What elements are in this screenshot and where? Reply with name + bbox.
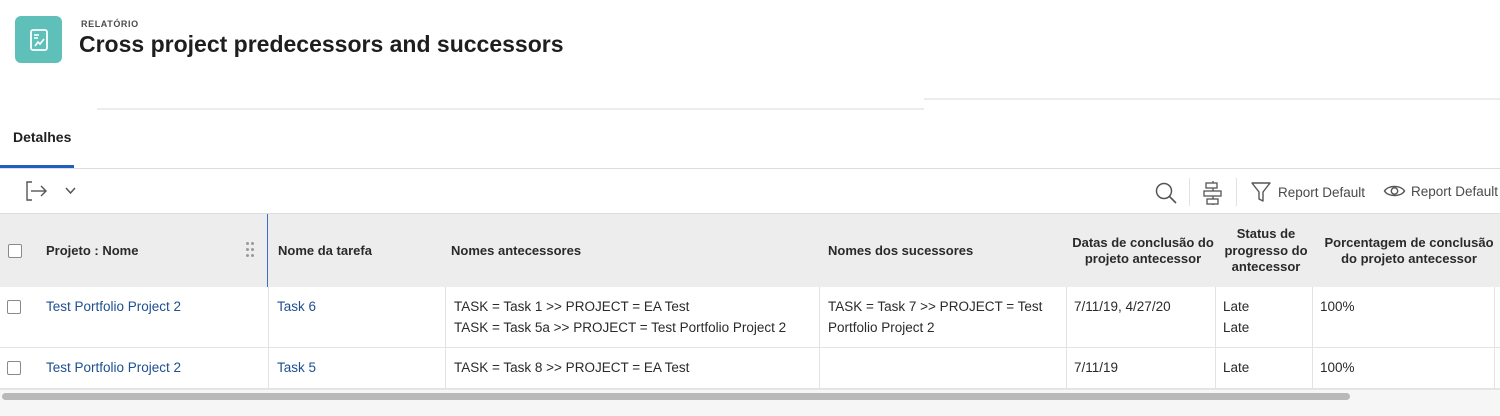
- predecessor-names-cell: TASK = Task 8 >> PROJECT = EA Test: [454, 348, 689, 378]
- column-header-predecessor-completion-dates[interactable]: Datas de conclusão do projeto antecessor: [1068, 214, 1218, 288]
- column-divider: [268, 348, 269, 389]
- report-table: Projeto : Nome Nome da tarefa Nomes ante…: [0, 213, 1500, 389]
- column-header-successor-names[interactable]: Nomes dos sucessores: [828, 214, 1058, 288]
- search-icon: [1155, 182, 1177, 204]
- successor-name: Portfolio Project 2: [828, 320, 935, 335]
- column-divider: [1066, 287, 1067, 348]
- filter-icon: [1251, 182, 1271, 202]
- column-divider: [1312, 287, 1313, 348]
- grouping-button[interactable]: [1201, 180, 1225, 206]
- column-divider: [819, 287, 820, 348]
- search-button[interactable]: [1153, 180, 1179, 206]
- column-divider: [1066, 348, 1067, 389]
- column-divider: [445, 348, 446, 389]
- drag-handle-icon[interactable]: [246, 242, 256, 258]
- percent-cell: 100%: [1320, 299, 1355, 314]
- export-button[interactable]: [24, 180, 50, 202]
- project-link[interactable]: Test Portfolio Project 2: [46, 287, 181, 317]
- toolbar-divider: [1236, 178, 1237, 206]
- scrollbar-thumb[interactable]: [2, 393, 1350, 400]
- report-chart-icon: [29, 28, 48, 51]
- column-divider: [1494, 287, 1495, 348]
- status-value: Late: [1223, 299, 1250, 314]
- table-row[interactable]: Test Portfolio Project 2 Task 6 TASK = T…: [0, 287, 1500, 348]
- row-checkbox[interactable]: [7, 361, 21, 375]
- status-value: Late: [1223, 320, 1250, 335]
- project-link[interactable]: Test Portfolio Project 2: [46, 348, 181, 378]
- task-link[interactable]: Task 6: [277, 287, 316, 317]
- status-cell: Late Late: [1223, 287, 1249, 338]
- column-divider: [445, 287, 446, 348]
- view-label: Report Default: [1411, 183, 1499, 199]
- task-link[interactable]: Task 5: [277, 348, 316, 378]
- filter-button[interactable]: Report Default: [1250, 180, 1365, 204]
- completion-dates-cell: 7/11/19, 4/27/20: [1074, 299, 1171, 314]
- grouping-icon: [1203, 181, 1222, 205]
- page-title: Cross project predecessors and successor…: [79, 31, 564, 57]
- column-divider: [1215, 348, 1216, 389]
- view-button[interactable]: Report Default: [1383, 182, 1498, 200]
- export-icon: [26, 181, 47, 201]
- column-divider: [819, 348, 820, 389]
- header-divider: [97, 108, 924, 110]
- column-divider: [1494, 348, 1495, 389]
- column-header-predecessor-percent[interactable]: Porcentagem de conclusão do projeto ante…: [1318, 214, 1500, 288]
- successor-names-cell: TASK = Task 7 >> PROJECT = Test Portfoli…: [828, 287, 1042, 338]
- column-resize-marker[interactable]: [267, 214, 268, 288]
- tab-detalhes[interactable]: Detalhes: [0, 118, 84, 170]
- status-cell: Late: [1223, 348, 1249, 378]
- column-divider: [1312, 348, 1313, 389]
- column-divider: [268, 287, 269, 348]
- column-divider: [1215, 287, 1216, 348]
- select-all-checkbox[interactable]: [8, 244, 22, 258]
- row-checkbox[interactable]: [7, 300, 21, 314]
- table-header: Projeto : Nome Nome da tarefa Nomes ante…: [0, 213, 1500, 288]
- percent-cell: 100%: [1320, 360, 1355, 375]
- eye-icon: [1383, 185, 1406, 197]
- predecessor-names-cell: TASK = Task 1 >> PROJECT = EA Test TASK …: [454, 287, 786, 338]
- predecessor-name: TASK = Task 5a >> PROJECT = Test Portfol…: [454, 320, 787, 335]
- status-value: Late: [1223, 360, 1250, 375]
- toolbar-divider: [1189, 178, 1190, 206]
- column-header-predecessor-names[interactable]: Nomes antecessores: [451, 214, 811, 288]
- column-header-task-name[interactable]: Nome da tarefa: [278, 214, 438, 288]
- table-row[interactable]: Test Portfolio Project 2 Task 5 TASK = T…: [0, 348, 1500, 389]
- tabbar-divider: [0, 168, 1500, 169]
- chevron-down-icon: [65, 187, 76, 195]
- predecessor-name: TASK = Task 1 >> PROJECT = EA Test: [454, 299, 690, 314]
- predecessor-name: TASK = Task 8 >> PROJECT = EA Test: [454, 360, 690, 375]
- filter-label: Report Default: [1278, 184, 1366, 200]
- export-dropdown[interactable]: [64, 186, 77, 196]
- completion-dates-cell: 7/11/19: [1074, 360, 1119, 375]
- successor-name: TASK = Task 7 >> PROJECT = Test: [828, 299, 1043, 314]
- column-header-project-name[interactable]: Projeto : Nome: [46, 214, 236, 288]
- header-divider-right: [924, 98, 1500, 100]
- page-eyebrow: RELATÓRIO: [81, 19, 139, 29]
- report-app-icon: [15, 16, 62, 63]
- column-header-predecessor-status[interactable]: Status de progresso do antecessor: [1218, 214, 1314, 288]
